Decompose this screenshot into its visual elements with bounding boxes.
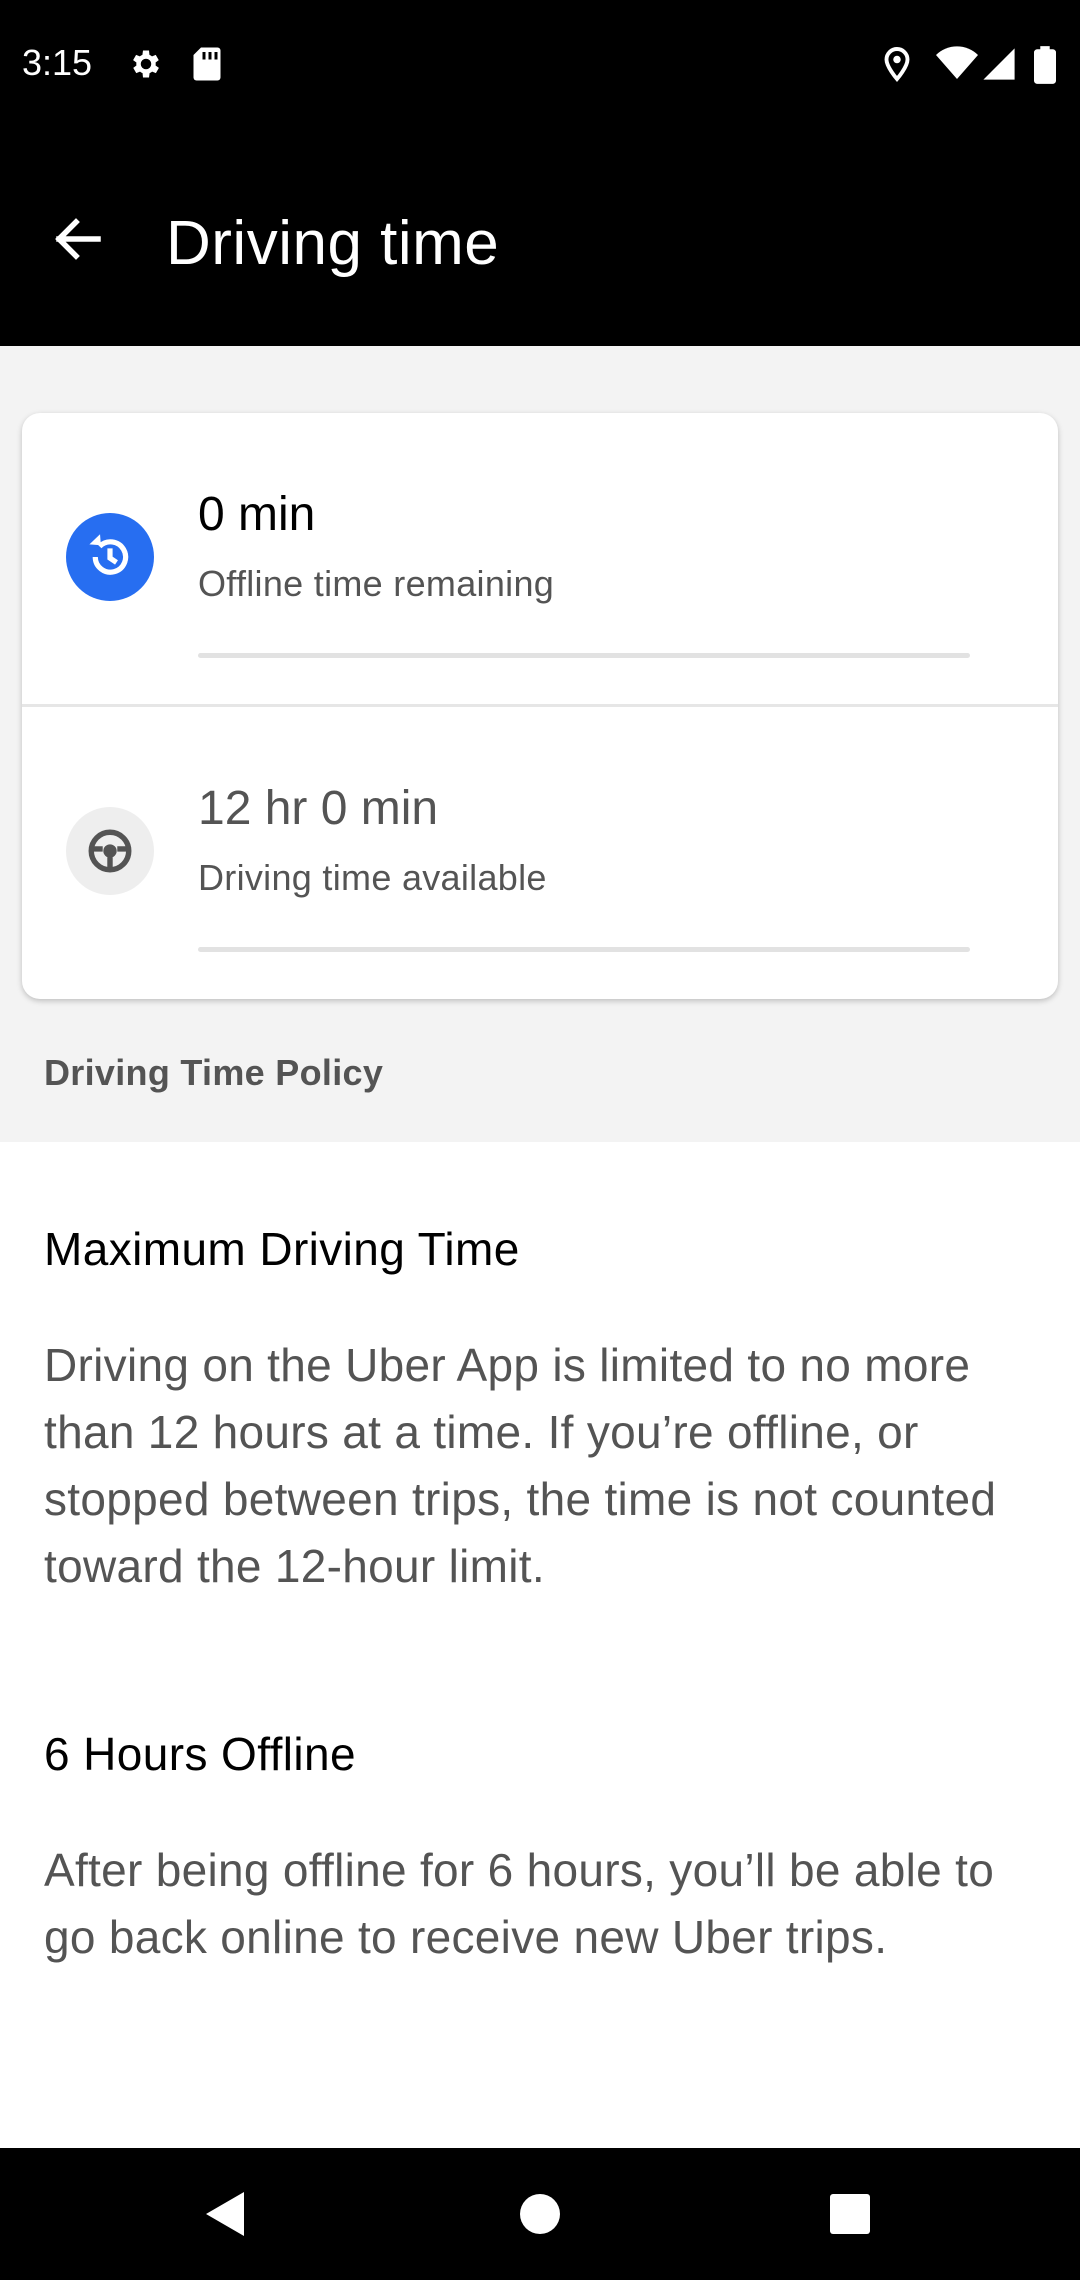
six-hours-offline-heading: 6 Hours Offline <box>44 1728 356 1780</box>
arrow-left-icon <box>55 218 101 260</box>
nav-recents-button[interactable] <box>810 2178 890 2250</box>
location-icon <box>884 47 910 82</box>
driving-time-label: Driving time available <box>198 857 547 898</box>
max-driving-body: Driving on the Uber App is limited to no… <box>44 1339 997 1592</box>
offline-time-value: 0 min <box>198 488 316 541</box>
six-hours-offline-body: After being offline for 6 hours, you’ll … <box>44 1844 995 1963</box>
app-bar: Driving time <box>0 132 1080 346</box>
policy-content: Maximum Driving Time Driving on the Uber… <box>0 1142 1080 2148</box>
offline-time-progress <box>198 653 970 658</box>
back-triangle-icon <box>206 2192 244 2236</box>
offline-time-label: Offline time remaining <box>198 563 555 604</box>
page-title: Driving time <box>166 209 500 278</box>
home-circle-icon <box>520 2194 560 2234</box>
battery-icon <box>1034 46 1056 84</box>
section-header: Driving Time Policy <box>44 1052 384 1093</box>
max-driving-heading: Maximum Driving Time <box>44 1223 520 1275</box>
nav-home-button[interactable] <box>500 2178 580 2250</box>
status-bar: 3:15 <box>0 0 1080 132</box>
recents-square-icon <box>830 2194 870 2234</box>
signal-icon <box>983 48 1015 80</box>
nav-back-button[interactable] <box>186 2178 266 2250</box>
history-icon <box>89 534 129 575</box>
steering-wheel-icon <box>88 829 132 873</box>
status-time: 3:15 <box>22 42 93 83</box>
gear-icon <box>133 50 159 78</box>
driving-time-progress <box>198 947 970 952</box>
driving-time-summary-card: 0 min Offline time remaining 12 hr 0 min… <box>22 413 1058 999</box>
sd-card-icon <box>193 47 221 81</box>
driving-time-icon-badge <box>66 807 154 895</box>
offline-time-row: 0 min Offline time remaining <box>22 413 1058 707</box>
offline-time-icon-badge <box>66 513 154 601</box>
driving-time-row: 12 hr 0 min Driving time available <box>22 707 1058 999</box>
wifi-icon <box>936 46 978 79</box>
screen: 3:15 Driving time 0 min Offline time rem… <box>0 0 1080 2280</box>
system-nav-bar <box>0 2148 1080 2280</box>
driving-time-value: 12 hr 0 min <box>198 782 439 835</box>
back-button[interactable] <box>32 194 122 284</box>
